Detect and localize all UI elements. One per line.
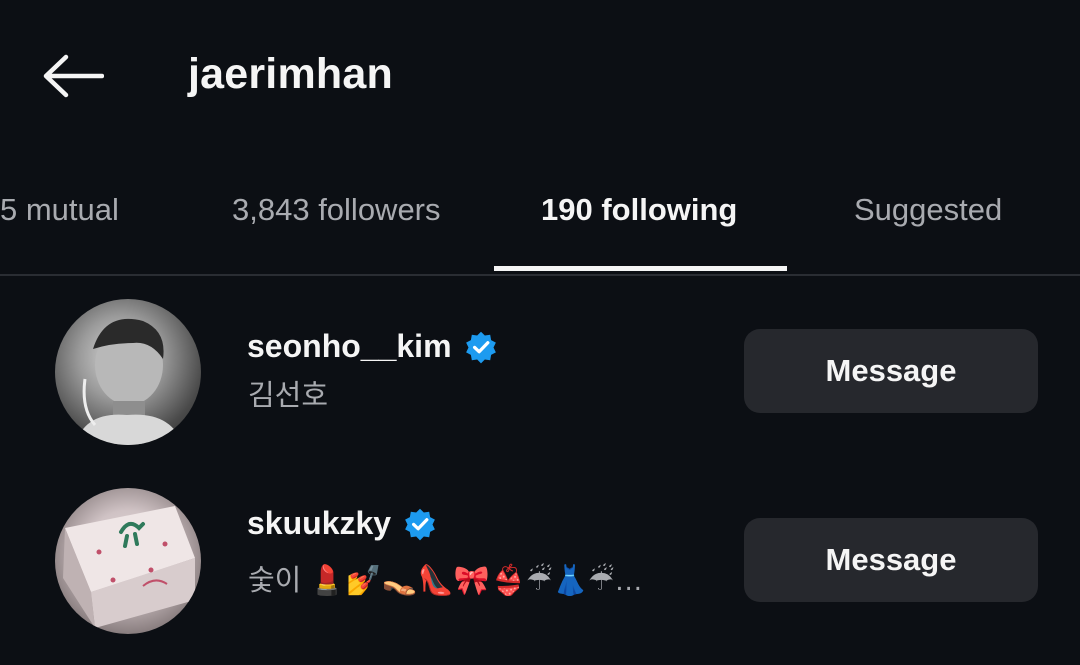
avatar-image xyxy=(63,506,195,628)
username-link[interactable]: seonho__kim xyxy=(247,328,498,365)
username-text: seonho__kim xyxy=(247,328,452,364)
tab-followers[interactable]: 3,843 followers xyxy=(232,192,441,228)
avatar[interactable] xyxy=(55,299,201,445)
tab-suggested[interactable]: Suggested xyxy=(854,192,1002,228)
back-button[interactable] xyxy=(40,48,106,104)
list-item[interactable]: skuukzky 숯이 💄💅👡👠🎀👙☔👗☔… Message xyxy=(0,481,1080,641)
message-button[interactable]: Message xyxy=(744,518,1038,602)
avatar-image xyxy=(75,318,183,445)
tab-mutual[interactable]: 5 mutual xyxy=(0,192,119,228)
list-item[interactable]: seonho__kim 김선호 Message xyxy=(0,292,1080,452)
message-button[interactable]: Message xyxy=(744,329,1038,413)
bio-text: 숯이 💄💅👡👠🎀👙☔👗☔… xyxy=(248,565,644,597)
tab-following[interactable]: 190 following xyxy=(541,192,737,228)
username-text: skuukzky xyxy=(247,505,392,541)
username-link[interactable]: skuukzky xyxy=(247,505,437,542)
verified-badge-icon xyxy=(465,331,496,363)
avatar[interactable] xyxy=(55,488,201,634)
full-name: 김선호 xyxy=(248,380,329,412)
page-title: jaerimhan xyxy=(188,50,393,98)
header: jaerimhan xyxy=(0,0,1080,150)
active-tab-indicator xyxy=(494,266,787,271)
arrow-left-icon xyxy=(43,54,104,98)
verified-badge-icon xyxy=(405,508,435,540)
tab-bar: 5 mutual 3,843 followers 190 following S… xyxy=(0,170,1080,276)
